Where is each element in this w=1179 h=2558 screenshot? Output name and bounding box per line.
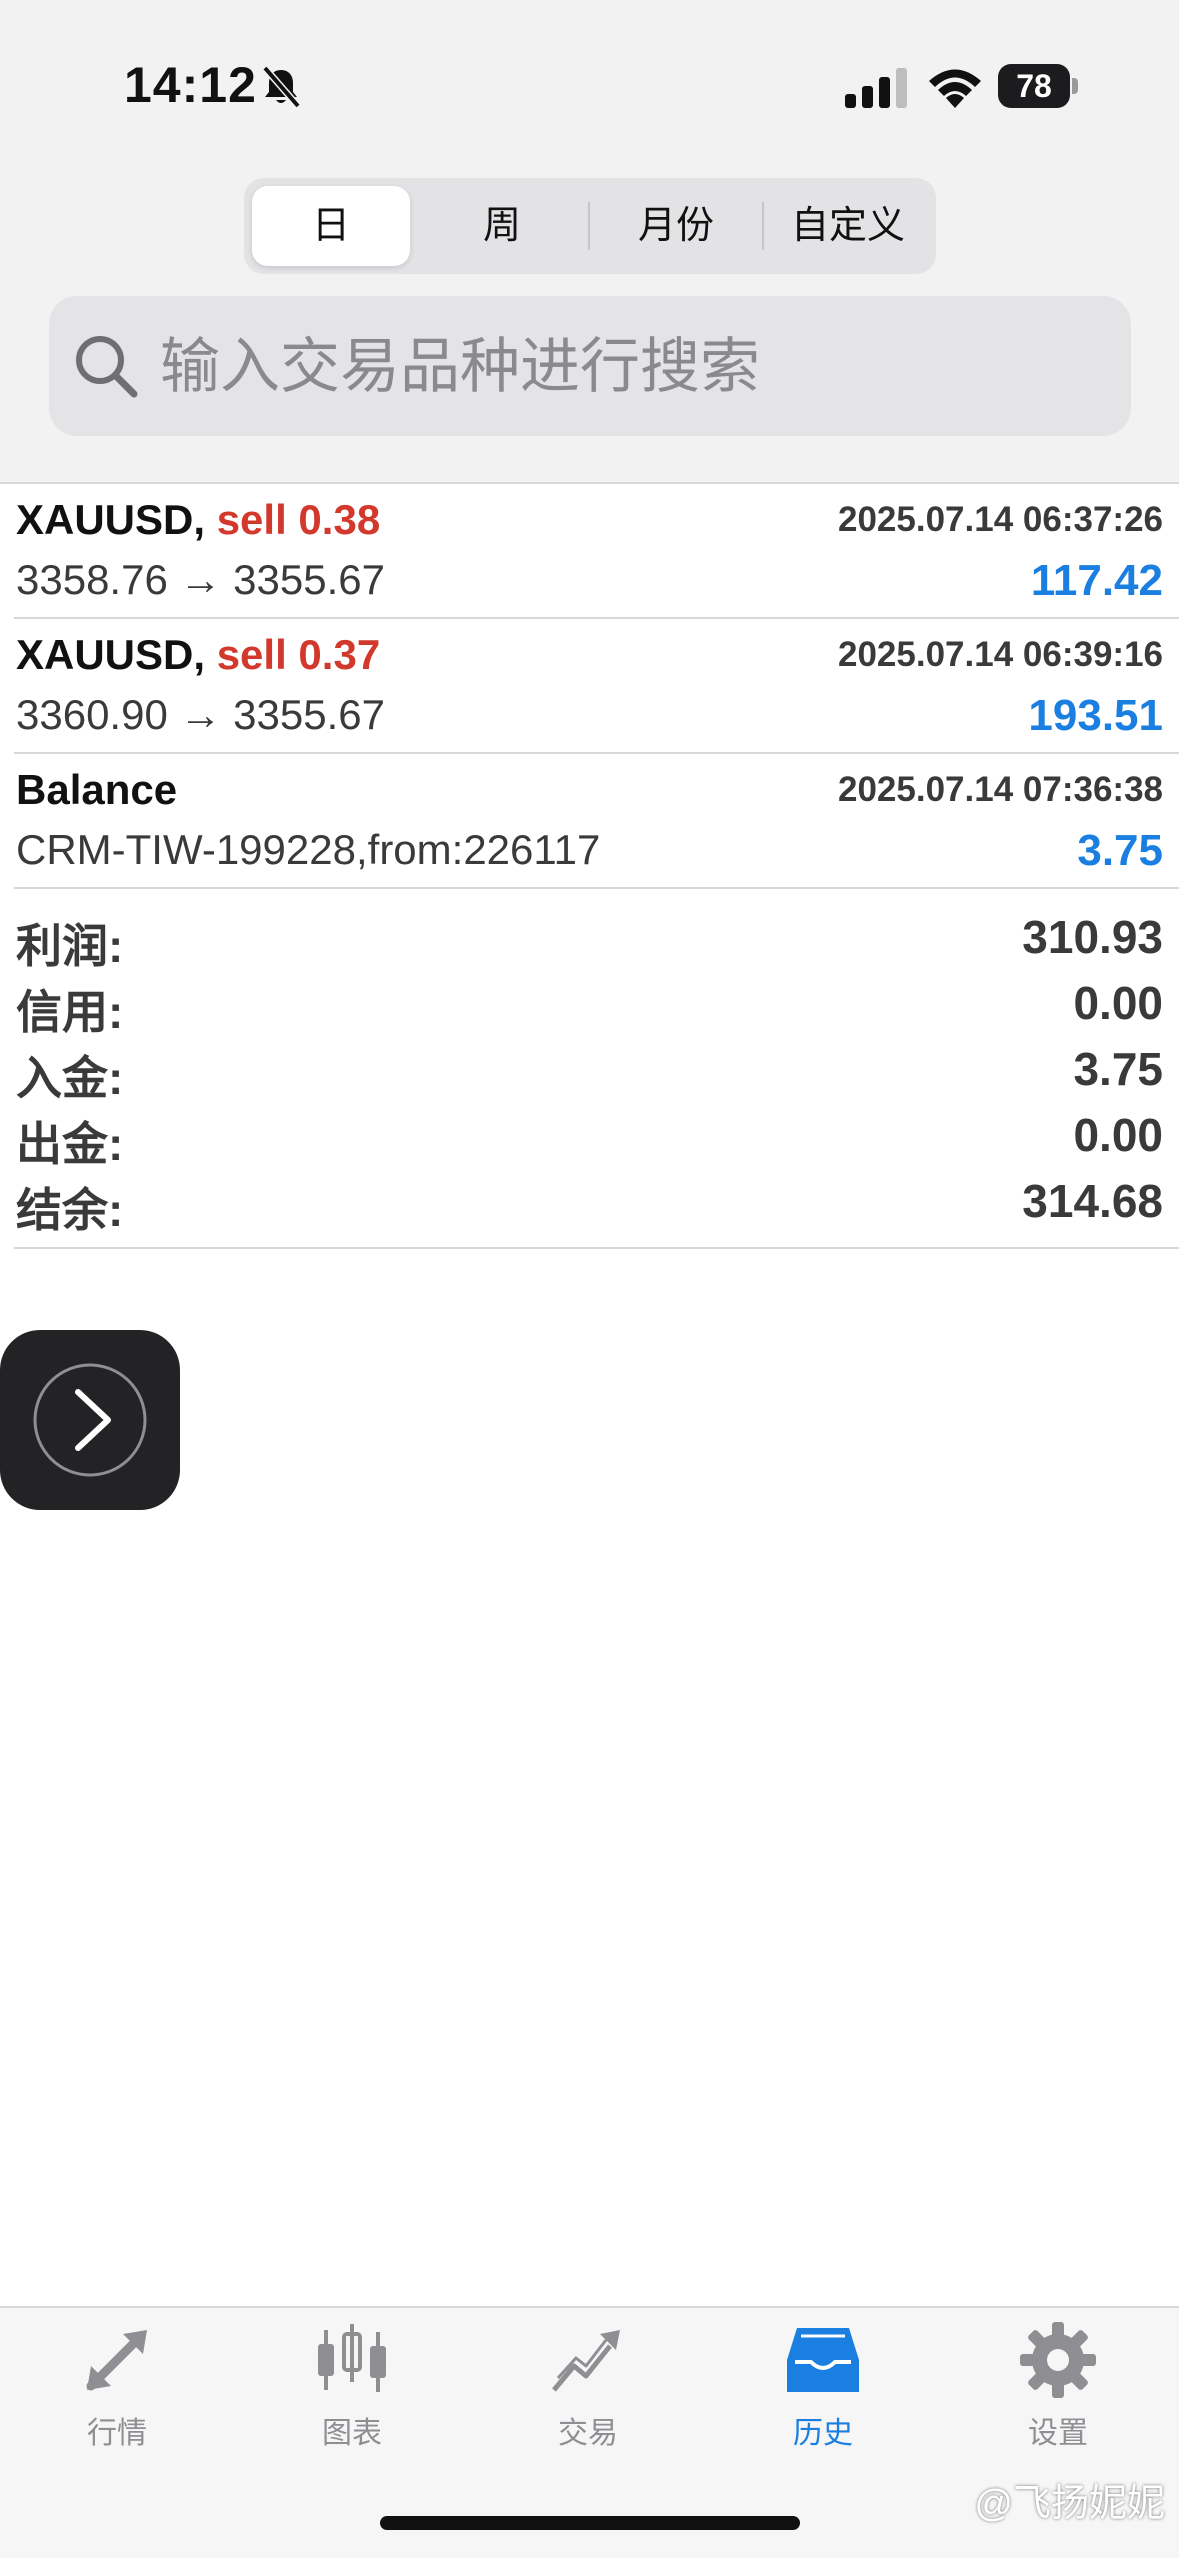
deal-row[interactable]: XAUUSD, sell 0.37 2025.07.14 06:39:16 33… bbox=[0, 619, 1179, 753]
tab-chart[interactable]: 图表 bbox=[252, 2320, 452, 2450]
deal-prices: 3358.76 → 3355.67 bbox=[16, 556, 385, 603]
deal-action: sell 0.38 bbox=[216, 496, 381, 543]
home-indicator[interactable] bbox=[380, 2516, 800, 2530]
summary-balance-label: 结余: bbox=[16, 1184, 124, 1236]
quotes-icon bbox=[86, 2330, 147, 2391]
tab-label: 设置 bbox=[1028, 2417, 1088, 2450]
summary-deposit-label: 入金: bbox=[16, 1052, 124, 1104]
chart-icon bbox=[318, 2324, 386, 2392]
deal-profit: 193.51 bbox=[1028, 691, 1163, 740]
summary-withdrawal-label: 出金: bbox=[16, 1118, 124, 1170]
floating-expand-button[interactable] bbox=[0, 1330, 180, 1510]
tab-trade[interactable]: 交易 bbox=[488, 2320, 688, 2450]
cellular-signal-icon bbox=[845, 68, 907, 108]
deal-symbol-line: XAUUSD, sell 0.37 bbox=[16, 631, 380, 679]
summary-withdrawal-value: 0.00 bbox=[1073, 1109, 1163, 1161]
deal-time: 2025.07.14 07:36:38 bbox=[838, 770, 1163, 809]
summary-deposit-value: 3.75 bbox=[1073, 1043, 1163, 1095]
segment-day[interactable]: 日 bbox=[252, 186, 410, 266]
status-time: 14:12 bbox=[124, 57, 257, 113]
tab-quotes[interactable]: 行情 bbox=[17, 2320, 217, 2450]
battery-tip bbox=[1072, 78, 1078, 94]
tab-label: 交易 bbox=[558, 2417, 618, 2450]
battery-icon: 78 bbox=[998, 64, 1080, 110]
battery-level: 78 bbox=[998, 64, 1070, 108]
summary-profit-label: 利润: bbox=[16, 920, 124, 972]
balance-title: Balance bbox=[16, 766, 178, 813]
history-icon bbox=[787, 2328, 859, 2392]
summary-balance-value: 314.68 bbox=[1022, 1175, 1163, 1227]
tab-label: 历史 bbox=[793, 2417, 853, 2450]
balance-row[interactable]: Balance 2025.07.14 07:36:38 CRM-TIW-1992… bbox=[0, 754, 1179, 888]
deal-symbol: XAUUSD, bbox=[16, 496, 206, 543]
deal-symbol: XAUUSD, bbox=[16, 631, 206, 678]
deal-profit: 117.42 bbox=[1030, 556, 1163, 605]
segment-week[interactable]: 周 bbox=[420, 186, 584, 266]
summary-credit-label: 信用: bbox=[16, 986, 124, 1038]
period-segmented-control: 日 周 月份 自定义 bbox=[244, 178, 936, 274]
deal-time: 2025.07.14 06:37:26 bbox=[838, 500, 1163, 539]
gear-icon bbox=[1020, 2322, 1096, 2398]
deal-row[interactable]: XAUUSD, sell 0.38 2025.07.14 06:37:26 33… bbox=[0, 484, 1179, 618]
watermark: @飞扬妮妮 bbox=[974, 2483, 1165, 2525]
summary-profit-value: 310.93 bbox=[1022, 911, 1163, 963]
segment-divider bbox=[588, 202, 590, 250]
deal-time: 2025.07.14 06:39:16 bbox=[838, 635, 1163, 674]
divider bbox=[14, 1247, 1179, 1249]
deal-profit: 3.75 bbox=[1077, 826, 1163, 875]
trade-icon bbox=[552, 2330, 620, 2392]
segment-divider bbox=[762, 202, 764, 250]
summary-credit-value: 0.00 bbox=[1073, 977, 1163, 1029]
divider bbox=[14, 887, 1179, 889]
tab-label: 图表 bbox=[322, 2417, 382, 2450]
tab-history[interactable]: 历史 bbox=[723, 2320, 923, 2450]
segment-custom[interactable]: 自定义 bbox=[766, 186, 930, 266]
deal-prices: 3360.90 → 3355.67 bbox=[16, 691, 385, 738]
tab-settings[interactable]: 设置 bbox=[958, 2320, 1158, 2450]
search-input[interactable] bbox=[160, 326, 1060, 406]
bell-off-icon bbox=[262, 65, 301, 109]
deal-symbol-line: XAUUSD, sell 0.38 bbox=[16, 496, 380, 544]
deal-action: sell 0.37 bbox=[216, 631, 381, 678]
deal-comment: CRM-TIW-199228,from:226117 bbox=[16, 826, 601, 873]
wifi-icon bbox=[929, 69, 981, 108]
chevron-right-icon bbox=[33, 1363, 147, 1477]
search-icon bbox=[76, 336, 138, 398]
segment-month[interactable]: 月份 bbox=[592, 186, 760, 266]
tab-label: 行情 bbox=[87, 2417, 147, 2450]
